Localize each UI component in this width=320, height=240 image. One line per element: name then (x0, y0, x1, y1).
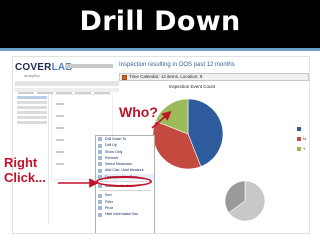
arrow-to-pie (151, 110, 172, 129)
annotation-arrows (58, 110, 172, 188)
highlight-ellipse (96, 176, 152, 187)
